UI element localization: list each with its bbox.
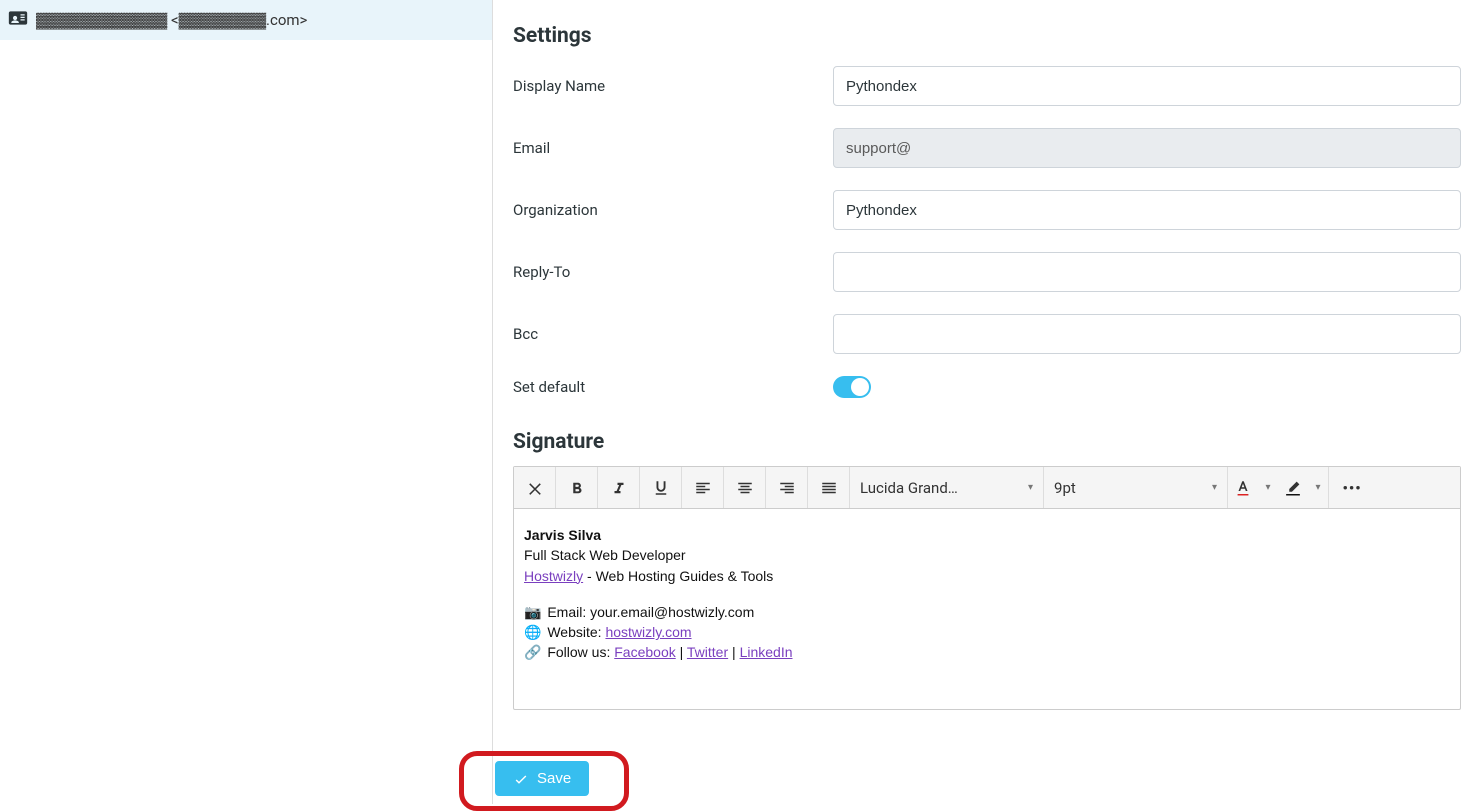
font-family-value: Lucida Grand… [860, 479, 1020, 497]
identity-label: ▓▓▓▓▓▓▓▓▓▓▓▓ <▓▓▓▓▓▓▓▓.com> [36, 11, 307, 29]
sig-twitter-link[interactable]: Twitter [687, 644, 728, 660]
editor-toolbar: Lucida Grand… ▾ 9pt ▾ ▾ ▾ ••• [514, 467, 1460, 509]
save-button-label: Save [537, 770, 571, 787]
sig-facebook-link[interactable]: Facebook [614, 644, 675, 660]
sig-brand-link[interactable]: Hostwizly [524, 568, 583, 584]
align-justify-button[interactable] [808, 467, 850, 508]
signature-content[interactable]: Jarvis Silva Full Stack Web Developer Ho… [514, 509, 1460, 709]
bcc-label: Bcc [513, 325, 833, 343]
toggle-knob [851, 378, 869, 396]
underline-button[interactable] [640, 467, 682, 508]
text-color-menu[interactable]: ▾ [1258, 482, 1278, 493]
reply-to-input[interactable] [833, 252, 1461, 292]
reply-to-label: Reply-To [513, 263, 833, 281]
set-default-label: Set default [513, 378, 833, 396]
more-tools-button[interactable]: ••• [1329, 467, 1375, 508]
settings-heading: Settings [513, 24, 1461, 48]
font-size-value: 9pt [1054, 479, 1204, 497]
sig-follow-prefix: Follow us: [547, 644, 614, 660]
chevron-down-icon: ▾ [1212, 482, 1217, 493]
text-color-button[interactable] [1228, 467, 1258, 508]
signature-heading: Signature [513, 430, 1461, 454]
identity-list-item[interactable]: ▓▓▓▓▓▓▓▓▓▓▓▓ <▓▓▓▓▓▓▓▓.com> [0, 0, 492, 40]
sig-brand-suffix: - Web Hosting Guides & Tools [583, 568, 773, 584]
display-name-input[interactable] [833, 66, 1461, 106]
font-family-select[interactable]: Lucida Grand… ▾ [850, 467, 1044, 508]
chevron-down-icon: ▾ [1028, 482, 1033, 493]
organization-label: Organization [513, 201, 833, 219]
editor-close-button[interactable] [514, 467, 556, 508]
bold-button[interactable] [556, 467, 598, 508]
check-icon [513, 771, 529, 787]
signature-editor: Lucida Grand… ▾ 9pt ▾ ▾ ▾ ••• [513, 466, 1461, 710]
sig-email-prefix: Email: [547, 604, 590, 620]
sig-email-value: your.email@hostwizly.com [590, 604, 754, 620]
sig-website-link[interactable]: hostwizly.com [605, 624, 691, 640]
globe-icon: 🌐 [524, 624, 541, 640]
italic-button[interactable] [598, 467, 640, 508]
display-name-label: Display Name [513, 77, 833, 95]
identities-sidebar: ▓▓▓▓▓▓▓▓▓▓▓▓ <▓▓▓▓▓▓▓▓.com> [0, 0, 493, 804]
sig-name: Jarvis Silva [524, 525, 1450, 545]
link-icon: 🔗 [524, 644, 541, 660]
sig-linkedin-link[interactable]: LinkedIn [740, 644, 793, 660]
contact-card-icon [8, 8, 28, 32]
highlight-color-button[interactable] [1278, 467, 1308, 508]
align-right-button[interactable] [766, 467, 808, 508]
email-input [833, 128, 1461, 168]
set-default-toggle[interactable] [833, 376, 871, 398]
font-size-select[interactable]: 9pt ▾ [1044, 467, 1228, 508]
highlight-color-menu[interactable]: ▾ [1308, 482, 1328, 493]
save-button[interactable]: Save [495, 761, 589, 796]
settings-panel: Settings Display Name Email Organization… [493, 0, 1471, 804]
sig-title: Full Stack Web Developer [524, 545, 1450, 565]
organization-input[interactable] [833, 190, 1461, 230]
align-center-button[interactable] [724, 467, 766, 508]
bcc-input[interactable] [833, 314, 1461, 354]
camera-icon: 📷 [524, 604, 541, 620]
align-left-button[interactable] [682, 467, 724, 508]
sig-website-prefix: Website: [547, 624, 605, 640]
email-label: Email [513, 139, 833, 157]
